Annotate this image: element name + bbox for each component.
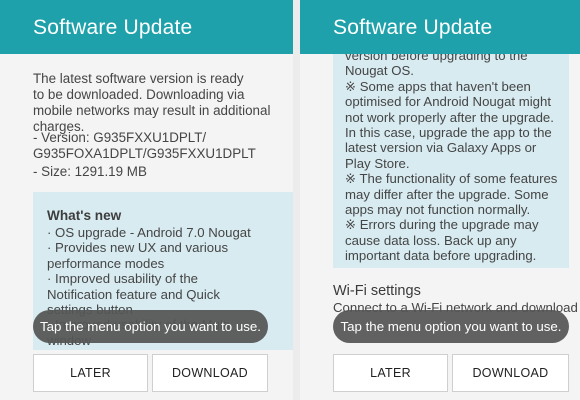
app-header: Software Update xyxy=(0,0,293,54)
button-bar: LATER DOWNLOAD xyxy=(0,350,293,400)
version-info: - Version: G935FXXU1DPLT/ G935FOXA1DPLT/… xyxy=(33,130,279,162)
upgrade-notes-text: version before upgrading to the Nougat O… xyxy=(345,54,558,264)
app-header: Software Update xyxy=(300,0,580,54)
size-info: - Size: 1291.19 MB xyxy=(33,164,279,180)
page-title: Software Update xyxy=(333,16,493,39)
version-text: - Version: G935FXXU1DPLT/ G935FOXA1DPLT/… xyxy=(33,130,256,161)
later-button[interactable]: LATER xyxy=(33,354,148,392)
wifi-settings-title: Wi-Fi settings xyxy=(333,283,421,299)
intro-text: The latest software version is ready to … xyxy=(33,71,279,135)
button-bar: LATER DOWNLOAD xyxy=(300,350,580,400)
download-button[interactable]: DOWNLOAD xyxy=(452,354,569,392)
toast-message: Tap the menu option you want to use. xyxy=(333,310,569,343)
later-button[interactable]: LATER xyxy=(333,354,448,392)
left-screen: Software Update The latest software vers… xyxy=(0,0,293,400)
upgrade-notes-box: version before upgrading to the Nougat O… xyxy=(333,54,569,268)
download-button[interactable]: DOWNLOAD xyxy=(152,354,268,392)
whats-new-heading: What's new xyxy=(47,208,122,223)
screen-divider xyxy=(293,0,300,400)
intro-paragraph: The latest software version is ready to … xyxy=(33,71,271,134)
right-screen: Software Update version before upgrading… xyxy=(300,0,580,400)
page-title: Software Update xyxy=(33,16,193,39)
toast-message: Tap the menu option you want to use. xyxy=(33,310,268,343)
size-text: - Size: 1291.19 MB xyxy=(33,164,147,179)
